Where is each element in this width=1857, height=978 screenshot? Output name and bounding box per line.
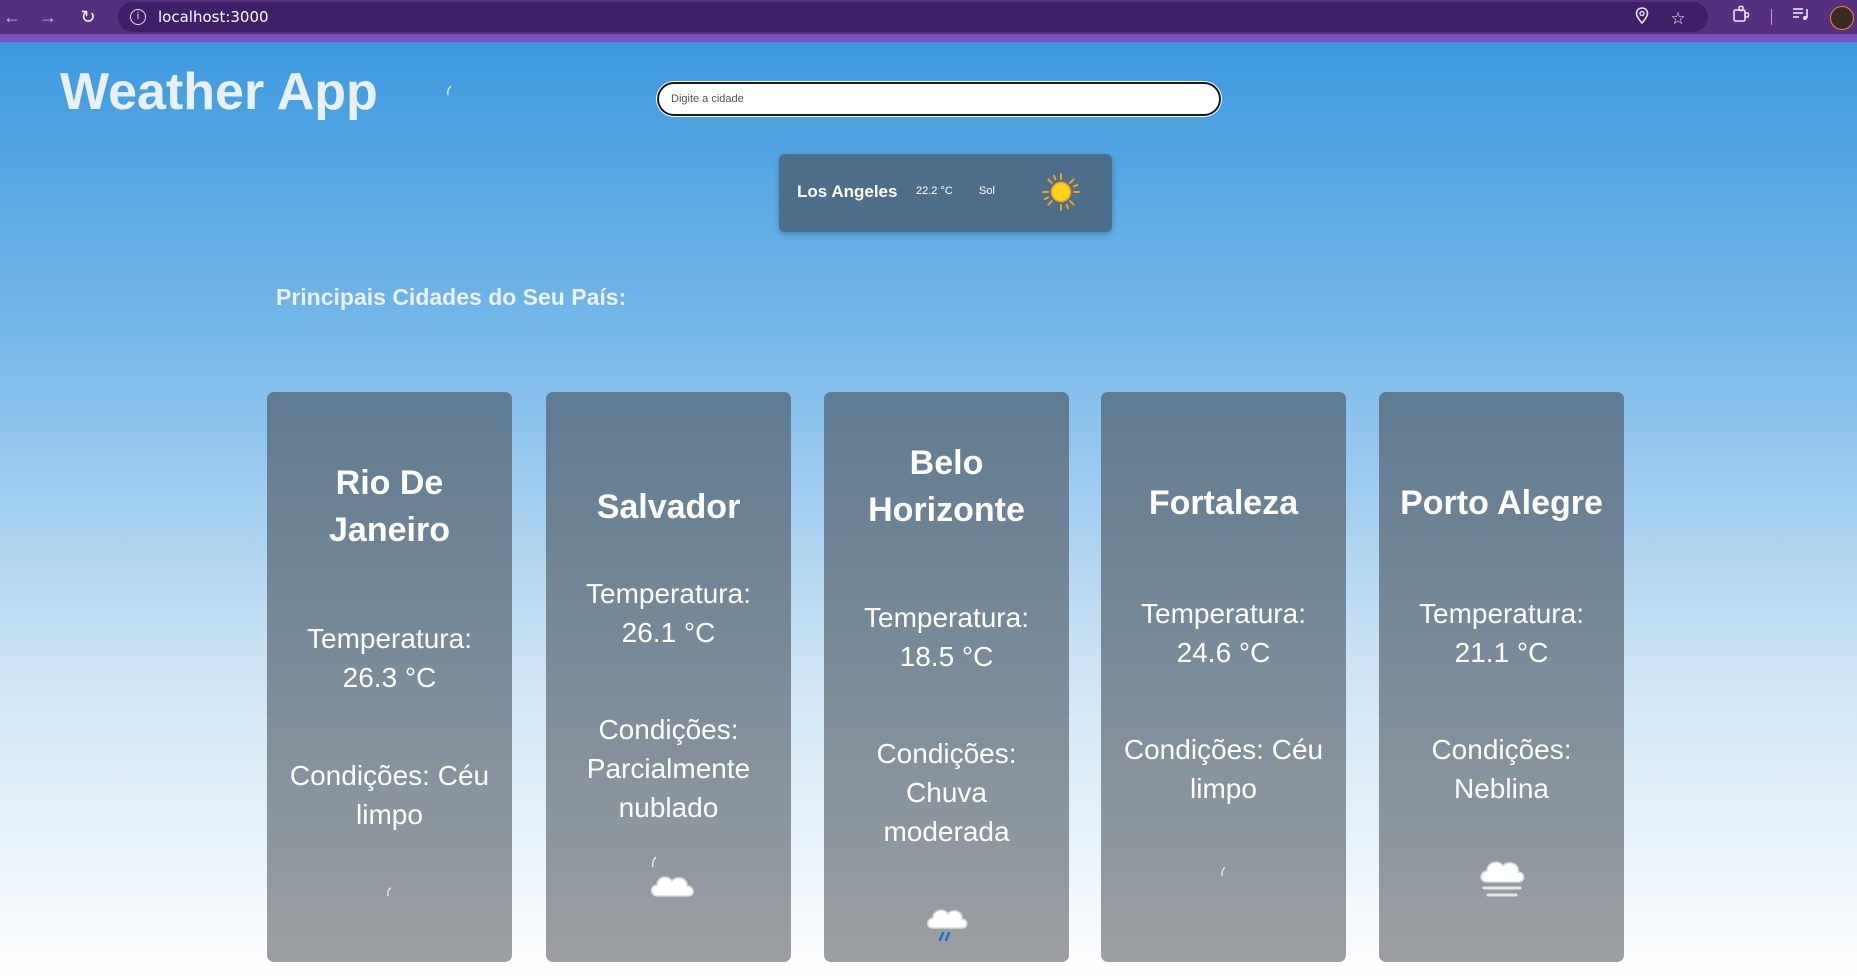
location-pin-svg: [1635, 7, 1649, 25]
moon-icon[interactable]: [436, 82, 462, 108]
city-condition: Condições: Parcialmente nublado: [556, 710, 781, 827]
rain-cloud-icon: [921, 900, 973, 957]
city-temperature: Temperatura: 24.6 °C: [1111, 594, 1336, 672]
condition-line: limpo: [356, 799, 423, 830]
city-name-line: Fortaleza: [1148, 484, 1299, 522]
moon-cloud-icon: [638, 852, 704, 913]
temperature-label: Temperatura:: [586, 578, 751, 609]
profile-avatar[interactable]: [1830, 6, 1854, 30]
extensions-icon[interactable]: [1729, 5, 1753, 29]
temperature-label: Temperatura:: [864, 602, 1029, 633]
city-name-line: Porto Alegre: [1400, 484, 1603, 522]
condition-line: limpo: [1190, 773, 1257, 804]
city-card: Fortaleza Temperatura: 24.6 °C Condições…: [1101, 392, 1346, 962]
address-bar[interactable]: i localhost:3000 ☆: [118, 2, 1708, 32]
condition-line: Condições:: [1431, 734, 1572, 765]
city-condition: Condições: Céu limpo: [277, 756, 502, 834]
site-info-icon[interactable]: i: [130, 9, 146, 25]
city-name: Fortaleza: [1111, 480, 1336, 527]
app-title: Weather App: [60, 63, 378, 121]
url-text: localhost:3000: [158, 8, 269, 26]
city-card: Belo Horizonte Temperatura: 18.5 °C Cond…: [824, 392, 1069, 962]
moon-icon: [1211, 864, 1235, 893]
temperature-value: 26.1 °C: [621, 617, 716, 648]
current-condition: Sol: [979, 185, 995, 197]
condition-line: Parcialmente: [586, 753, 751, 784]
temperature-value: 18.5 °C: [899, 641, 994, 672]
temperature-value: 26.3 °C: [342, 662, 437, 693]
city-search-input[interactable]: [657, 82, 1221, 116]
back-icon[interactable]: ←: [0, 5, 24, 29]
city-name-line: Salvador: [596, 488, 741, 526]
current-city: Los Angeles: [797, 182, 898, 201]
condition-line: Condições:: [598, 714, 739, 745]
section-title: Principais Cidades do Seu País:: [276, 284, 627, 310]
fog-icon: [1474, 852, 1530, 909]
city-name: Porto Alegre: [1389, 480, 1614, 527]
condition-line: Neblina: [1454, 773, 1549, 804]
city-condition: Condições: Neblina: [1389, 730, 1614, 808]
city-name-line: Horizonte: [868, 491, 1025, 529]
city-temperature: Temperatura: 26.1 °C: [556, 574, 781, 652]
moon-icon: [377, 884, 401, 913]
condition-line: Condições:: [876, 738, 1017, 769]
condition-line: Chuva: [906, 777, 987, 808]
temperature-label: Temperatura:: [1141, 598, 1306, 629]
forward-icon[interactable]: →: [36, 5, 60, 29]
condition-line: Condições: Céu: [289, 760, 490, 791]
condition-line: nublado: [618, 792, 719, 823]
sun-icon: [1041, 172, 1081, 212]
city-card: Rio De Janeiro Temperatura: 26.3 °C Cond…: [267, 392, 512, 962]
city-temperature: Temperatura: 21.1 °C: [1389, 594, 1614, 672]
condition-line: Condições: Céu: [1123, 734, 1324, 765]
temperature-label: Temperatura:: [307, 623, 472, 654]
bookmark-star-icon[interactable]: ☆: [1666, 7, 1690, 31]
location-icon[interactable]: [1630, 7, 1654, 31]
current-weather-card: Los Angeles 22.2 °C Sol: [779, 154, 1112, 232]
city-condition: Condições: Chuva moderada: [834, 734, 1059, 851]
city-name: Belo Horizonte: [834, 440, 1059, 534]
city-card: Porto Alegre Temperatura: 21.1 °C Condiç…: [1379, 392, 1624, 962]
city-temperature: Temperatura: 26.3 °C: [277, 619, 502, 697]
temperature-value: 21.1 °C: [1454, 637, 1549, 668]
toolbar-divider: [1771, 9, 1772, 25]
city-name-line: Janeiro: [329, 511, 450, 549]
temperature-label: Temperatura:: [1419, 598, 1584, 629]
city-condition: Condições: Céu limpo: [1111, 730, 1336, 808]
reload-icon[interactable]: ↻: [76, 5, 100, 29]
weather-page: Weather App Los Angeles 22.2 °C Sol: [0, 42, 1857, 978]
current-temperature: 22.2 °C: [916, 185, 953, 197]
city-name: Salvador: [556, 484, 781, 531]
media-playlist-icon[interactable]: [1789, 5, 1813, 29]
city-name-line: Belo: [909, 444, 984, 482]
condition-line: moderada: [883, 816, 1010, 847]
city-name: Rio De Janeiro: [277, 460, 502, 554]
city-temperature: Temperatura: 18.5 °C: [834, 598, 1059, 676]
city-name-line: Rio De: [335, 464, 444, 502]
city-card: Salvador Temperatura: 26.1 °C Condições:…: [546, 392, 791, 962]
browser-accent-strip: [0, 34, 1857, 42]
temperature-value: 24.6 °C: [1176, 637, 1271, 668]
browser-toolbar: ← → ↻ i localhost:3000 ☆: [0, 0, 1857, 34]
